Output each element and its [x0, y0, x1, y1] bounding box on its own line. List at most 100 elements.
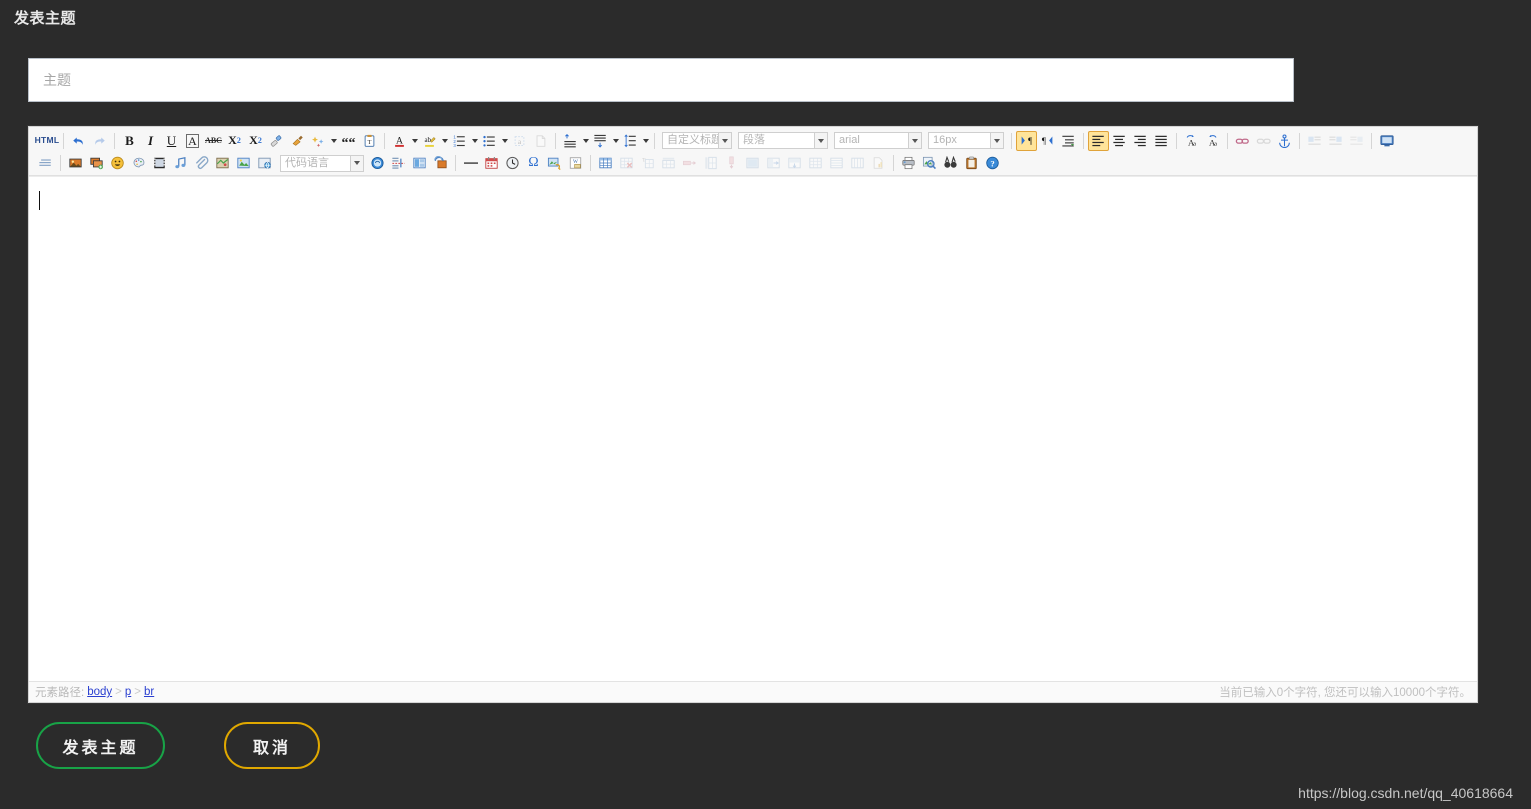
paragraph-spacing-top-icon[interactable]	[560, 131, 581, 151]
scrawl-icon[interactable]	[128, 153, 149, 173]
background-icon[interactable]	[430, 153, 451, 173]
calendar-icon[interactable]	[481, 153, 502, 173]
insert-video-icon[interactable]	[149, 153, 170, 173]
publish-topic-button[interactable]: 发表主题	[36, 722, 165, 769]
chevron-down-icon[interactable]	[907, 133, 921, 148]
help-icon[interactable]: ?	[982, 153, 1003, 173]
chevron-down-icon[interactable]	[990, 133, 1003, 148]
uppercase-icon[interactable]: Aa	[1181, 131, 1202, 151]
remove-format-icon[interactable]	[266, 131, 287, 151]
underline-icon[interactable]: U	[161, 131, 182, 151]
ordered-list-icon[interactable]: 123	[449, 131, 470, 151]
template-icon[interactable]	[409, 153, 430, 173]
editor-content-area[interactable]	[29, 176, 1477, 685]
custom-heading-select[interactable]: 自定义标题	[662, 132, 732, 149]
print-icon[interactable]	[898, 153, 919, 173]
paragraph-format-select[interactable]: 段落	[738, 132, 828, 149]
insert-table-icon[interactable]	[595, 153, 616, 173]
ordered-list-dropdown-arrow[interactable]	[470, 131, 479, 151]
subscript-icon[interactable]: X2	[245, 131, 266, 151]
horizontal-rule-icon[interactable]	[460, 153, 481, 173]
font-size-select[interactable]: 16px	[928, 132, 1004, 149]
delete-col-icon[interactable]	[721, 153, 742, 173]
font-color-icon[interactable]: A	[389, 131, 410, 151]
insert-col-icon[interactable]	[700, 153, 721, 173]
table-sort-icon[interactable]	[868, 153, 889, 173]
align-justify-icon[interactable]	[1151, 131, 1172, 151]
code-language-select[interactable]: 代码语言	[280, 154, 364, 172]
insert-music-icon[interactable]	[170, 153, 191, 173]
align-center-icon[interactable]	[1109, 131, 1130, 151]
chevron-down-icon[interactable]	[718, 133, 731, 148]
image-float-none-icon[interactable]	[1346, 131, 1367, 151]
line-height-icon[interactable]	[620, 131, 641, 151]
delete-row-icon[interactable]	[679, 153, 700, 173]
font-border-icon[interactable]: A	[182, 131, 203, 151]
merge-down-icon[interactable]	[784, 153, 805, 173]
attachment-icon[interactable]	[191, 153, 212, 173]
table-title-icon[interactable]: T	[637, 153, 658, 173]
indent-icon[interactable]	[1058, 131, 1079, 151]
special-character-icon[interactable]: Ω	[523, 153, 544, 173]
unordered-list-dropdown-arrow[interactable]	[500, 131, 509, 151]
merge-right-icon[interactable]	[763, 153, 784, 173]
highlight-color-icon[interactable]: ab	[419, 131, 440, 151]
highlight-color-dropdown-arrow[interactable]	[440, 131, 449, 151]
chevron-down-icon[interactable]	[349, 155, 363, 171]
split-rows-icon[interactable]	[826, 153, 847, 173]
redo-icon[interactable]	[89, 131, 110, 151]
paragraph-spacing-bottom-icon[interactable]	[590, 131, 611, 151]
element-path-node-p[interactable]: p	[125, 686, 131, 698]
spacing-bottom-dropdown-arrow[interactable]	[611, 131, 620, 151]
format-painter-icon[interactable]	[287, 131, 308, 151]
image-float-left-icon[interactable]	[1304, 131, 1325, 151]
bold-icon[interactable]: B	[119, 131, 140, 151]
page-break-icon[interactable]	[388, 153, 409, 173]
cancel-button[interactable]: 取消	[224, 722, 320, 769]
spacing-top-dropdown-arrow[interactable]	[581, 131, 590, 151]
superscript-icon[interactable]: X2	[224, 131, 245, 151]
direction-rtl-icon[interactable]: ¶	[1037, 131, 1058, 151]
insert-frame-icon[interactable]	[233, 153, 254, 173]
batch-image-icon[interactable]	[86, 153, 107, 173]
map-icon[interactable]	[212, 153, 233, 173]
seo-icon[interactable]	[544, 153, 565, 173]
html-source-button[interactable]: HTML	[35, 131, 60, 151]
fullscreen-icon[interactable]	[1376, 131, 1397, 151]
anchor-text-icon[interactable]: a	[509, 131, 530, 151]
element-path-node-br[interactable]: br	[144, 686, 154, 698]
split-cell-icon[interactable]	[805, 153, 826, 173]
split-cols-icon[interactable]	[847, 153, 868, 173]
align-right-icon[interactable]	[1130, 131, 1151, 151]
paste-icon[interactable]	[961, 153, 982, 173]
unordered-list-icon[interactable]	[479, 131, 500, 151]
font-color-dropdown-arrow[interactable]	[410, 131, 419, 151]
insert-image-icon[interactable]	[65, 153, 86, 173]
import-word-icon[interactable]: W	[565, 153, 586, 173]
insert-link-icon[interactable]	[1232, 131, 1253, 151]
preview-icon[interactable]	[919, 153, 940, 173]
chevron-down-icon[interactable]	[813, 133, 827, 148]
delete-table-icon[interactable]	[616, 153, 637, 173]
lowercase-icon[interactable]: Aa	[1202, 131, 1223, 151]
search-replace-icon[interactable]	[940, 153, 961, 173]
emoticon-icon[interactable]	[107, 153, 128, 173]
auto-typeset-dropdown-arrow[interactable]	[329, 131, 338, 151]
image-float-right-icon[interactable]	[1325, 131, 1346, 151]
anchor-icon[interactable]	[1274, 131, 1295, 151]
align-left-icon[interactable]	[1088, 130, 1109, 151]
time-icon[interactable]	[502, 153, 523, 173]
strikethrough-icon[interactable]: ABC	[203, 131, 224, 151]
subject-input-wrapper[interactable]	[28, 58, 1294, 102]
blank-page-icon[interactable]	[530, 131, 551, 151]
font-family-select[interactable]: arial	[834, 132, 922, 149]
blockquote-icon[interactable]: ““	[338, 131, 359, 151]
element-path-node-body[interactable]: body	[87, 686, 112, 698]
subject-input[interactable]	[29, 59, 1293, 101]
text-indent-icon[interactable]	[35, 153, 56, 173]
insert-code-icon[interactable]	[367, 153, 388, 173]
paste-plain-text-icon[interactable]: T	[359, 131, 380, 151]
insert-row-icon[interactable]	[658, 153, 679, 173]
line-height-dropdown-arrow[interactable]	[641, 131, 650, 151]
unlink-icon[interactable]	[1253, 131, 1274, 151]
